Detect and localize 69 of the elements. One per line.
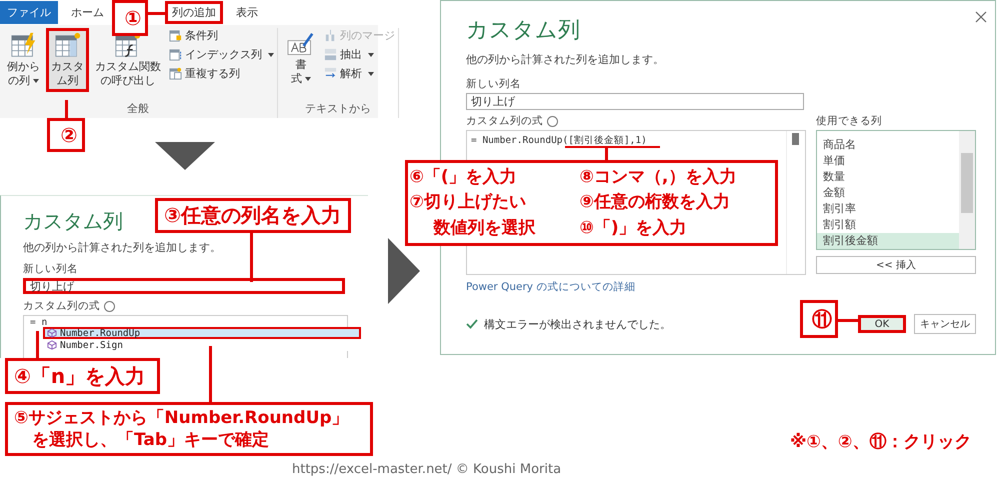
callout-text: ④「n」を入力 [14,362,146,390]
callout-text: ② [60,123,78,147]
ribbon-tab[interactable]: 列の追加 [165,1,223,24]
callout-text: ⑤サジェストから「Number.RoundUp」 [14,407,350,429]
insert-button[interactable]: << 挿入 [816,256,976,274]
ribbon-small-button[interactable]: インデックス列 [169,47,274,62]
down-arrow [155,142,215,170]
ribbon-small-button[interactable]: 条件列 [169,28,274,43]
suggestion-item[interactable]: Number.RoundUp [43,327,361,339]
right-arrow [388,238,420,304]
conditional-column-icon [169,29,182,42]
merge-columns-icon [324,29,337,42]
file-tab[interactable]: ファイル [0,1,58,24]
column-list-item[interactable]: 数量 [817,169,959,185]
help-link[interactable]: Power Query の式についての詳細 [466,280,636,294]
parse-arrow-icon [324,67,337,80]
group-label: 全般 [127,101,149,117]
column-list-item[interactable]: 金額 [817,185,959,201]
field-label: カスタム列の式 [466,114,543,128]
group-label: テキストから [305,101,371,117]
callout-text: ⑩「)」を入力 [580,216,688,240]
cube-icon [47,340,57,350]
duplicate-column-icon [169,67,182,80]
ribbon-tab[interactable]: ホーム [64,1,111,24]
formula-text: = n [30,317,48,329]
info-icon[interactable] [547,116,558,126]
column-list-item[interactable]: 割引後金額 [817,233,959,249]
footnote: ※①、②、⑪：クリック [790,431,972,453]
ribbon-tab[interactable]: 表示 [229,1,265,24]
dialog-description: 他の列から計算された列を追加します。 [23,241,221,255]
abc-pen-icon [286,32,316,58]
dialog-title: カスタム列 [23,209,123,233]
formula-text: = Number.RoundUp([割引後金額],1) [471,135,647,146]
column-list[interactable]: 商品名 単価 数量 金額 割引率 割引額 割引後金額 [816,130,976,250]
column-list-item[interactable]: 単価 [817,153,959,169]
cube-icon [47,328,57,338]
field-label: カスタム列の式 [23,299,100,313]
ribbon-small-button[interactable]: 解析 [324,66,395,81]
scrollbar-thumb[interactable] [792,133,799,145]
info-icon[interactable] [104,300,115,312]
scrollbar[interactable] [959,131,975,249]
column-list-item[interactable]: 割引額 [817,217,959,233]
field-label: 新しい列名 [23,262,78,276]
callout-text: ⑧コンマ（,）を入力 [580,166,738,189]
ribbon-small-button[interactable]: 抽出 [324,47,395,62]
callout-text: ③任意の列名を入力 [164,202,342,229]
callout-text: ① [124,6,142,30]
ribbon-button[interactable]: 例から の列 [2,28,45,92]
ribbon-small-button[interactable]: 重複する列 [169,66,274,81]
ribbon-button[interactable]: カスタ ム列 [46,28,89,92]
credit-text: https://excel-master.net/ © Koushi Morita [292,462,562,477]
ribbon-button[interactable]: 書 式 [281,28,321,90]
status-message: 構文エラーが検出されませんでした。 [484,316,671,332]
close-icon[interactable] [975,11,987,23]
dialog-description: 他の列から計算された列を追加します。 [466,53,665,67]
ok-button[interactable]: OK [858,315,906,333]
callout-text: ⑪ [812,306,832,332]
column-name-field[interactable]: 切り上げ [23,278,345,294]
column-list-item[interactable]: 割引率 [817,201,959,217]
column-name-field[interactable]: 切り上げ [466,93,804,110]
callout-text: を選択し、「Tab」キーで確定 [31,429,270,451]
callout-text: ⑨任意の桁数を入力 [580,191,731,214]
checkmark-icon [466,319,478,329]
dialog-title: カスタム列 [466,17,580,45]
cancel-button[interactable]: キャンセル [914,314,976,334]
column-list-item[interactable]: 商品名 [817,137,959,153]
field-label: 使用できる列 [816,114,882,128]
field-label: 新しい列名 [466,77,521,91]
index-column-icon [169,48,182,61]
